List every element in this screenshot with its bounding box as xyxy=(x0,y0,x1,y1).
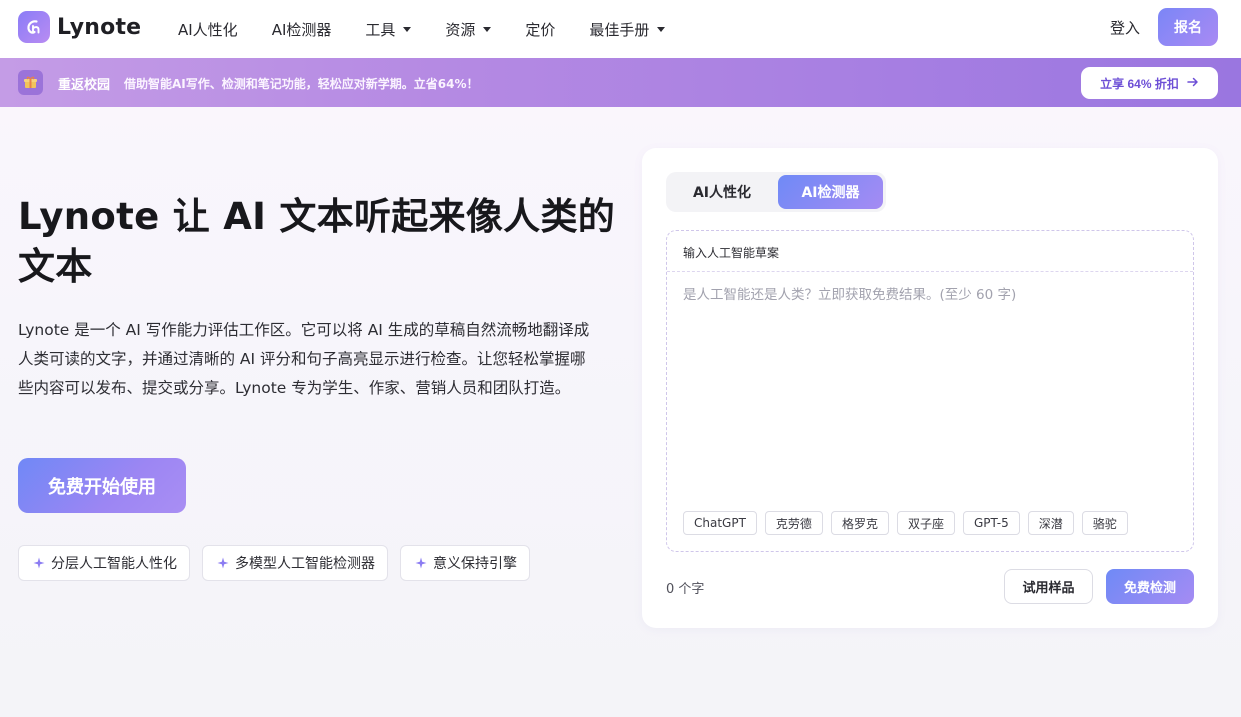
banner-text: 借助智能AI写作、检测和笔记功能，轻松应对新学期。立省64%！ xyxy=(124,77,479,91)
detector-card: AI人性化 AI检测器 输入人工智能草案 ChatGPT 克劳德 格罗克 双子座… xyxy=(642,148,1218,628)
draft-input[interactable] xyxy=(683,283,1178,503)
discount-cta-button[interactable]: 立享 64% 折扣 xyxy=(1081,67,1218,99)
sparkle-icon xyxy=(33,557,45,569)
nav-item-label: 最佳手册 xyxy=(589,20,650,39)
main-menu: AI人性化 AI检测器 工具 资源 定价 最佳手册 xyxy=(178,0,699,58)
model-chips: ChatGPT 克劳德 格罗克 双子座 GPT-5 深潜 骆驼 xyxy=(683,511,1136,535)
model-chip-gemini[interactable]: 双子座 xyxy=(896,511,955,535)
model-chip-deepseek[interactable]: 深潜 xyxy=(1027,511,1074,535)
model-chip-claude[interactable]: 克劳德 xyxy=(764,511,823,535)
sparkle-icon xyxy=(217,557,229,569)
chevron-down-icon xyxy=(657,26,666,32)
login-link[interactable]: 登入 xyxy=(1110,17,1140,38)
nav-item-tools[interactable]: 工具 xyxy=(365,19,412,40)
nav-item-label: 资源 xyxy=(445,20,476,39)
tab-ai-humanizer[interactable]: AI人性化 xyxy=(672,175,772,209)
gift-icon xyxy=(18,70,43,95)
start-free-button[interactable]: 免费开始使用 xyxy=(18,458,186,513)
discount-cta-label: 立享 64% 折扣 xyxy=(1100,76,1179,91)
model-chip-gpt5[interactable]: GPT-5 xyxy=(962,511,1020,535)
nav-item-pricing[interactable]: 定价 xyxy=(525,19,555,40)
feature-tag: 多模型人工智能检测器 xyxy=(202,545,388,581)
chevron-down-icon xyxy=(483,26,492,32)
word-count: 0 个字 xyxy=(666,582,705,597)
signup-button[interactable]: 报名 xyxy=(1158,8,1218,46)
chevron-down-icon xyxy=(403,26,412,32)
promo-banner: 重返校园 借助智能AI写作、检测和笔记功能，轻松应对新学期。立省64%！ 立享 … xyxy=(0,58,1241,107)
nav-item-ai-humanizer[interactable]: AI人性化 xyxy=(178,19,238,40)
model-chip-grok[interactable]: 格罗克 xyxy=(830,511,889,535)
feature-tag: 分层人工智能人性化 xyxy=(18,545,190,581)
draft-editor: 输入人工智能草案 ChatGPT 克劳德 格罗克 双子座 GPT-5 深潜 骆驼 xyxy=(666,230,1194,552)
model-chip-chatgpt[interactable]: ChatGPT xyxy=(683,511,757,535)
editor-label: 输入人工智能草案 xyxy=(683,246,780,260)
nav-item-label: 工具 xyxy=(365,20,396,39)
arrow-right-icon xyxy=(1187,76,1199,90)
feature-tag: 意义保持引擎 xyxy=(400,545,530,581)
nav-item-label: AI检测器 xyxy=(271,20,332,39)
tab-ai-detector[interactable]: AI检测器 xyxy=(778,175,883,209)
free-detect-button[interactable]: 免费检测 xyxy=(1106,569,1194,604)
feature-tag-label: 多模型人工智能检测器 xyxy=(235,556,375,572)
logo-text: Lynote xyxy=(57,14,142,40)
feature-tag-label: 分层人工智能人性化 xyxy=(51,556,177,572)
nav-item-best-guides[interactable]: 最佳手册 xyxy=(589,19,666,40)
hero-title: Lynote 让 AI 文本听起来像人类的文本 xyxy=(18,195,616,288)
logo-mark-icon xyxy=(18,11,50,43)
banner-title: 重返校园 xyxy=(58,78,111,93)
feature-tags: 分层人工智能人性化 多模型人工智能检测器 意义保持引擎 xyxy=(18,545,542,581)
try-sample-button[interactable]: 试用样品 xyxy=(1004,569,1093,604)
feature-tag-label: 意义保持引擎 xyxy=(433,556,517,572)
nav-item-label: 定价 xyxy=(525,20,556,39)
mode-tabs: AI人性化 AI检测器 xyxy=(666,172,886,212)
logo[interactable]: Lynote xyxy=(18,11,141,43)
model-chip-llama[interactable]: 骆驼 xyxy=(1081,511,1128,535)
top-nav: Lynote AI人性化 AI检测器 工具 资源 定价 最佳手册 登入 报名 xyxy=(0,0,1241,58)
editor-header: 输入人工智能草案 xyxy=(667,231,1193,272)
nav-item-ai-detector[interactable]: AI检测器 xyxy=(272,19,332,40)
hero-description: Lynote 是一个 AI 写作能力评估工作区。它可以将 AI 生成的草稿自然流… xyxy=(18,321,590,397)
nav-item-resources[interactable]: 资源 xyxy=(445,19,492,40)
sparkle-icon xyxy=(415,557,427,569)
nav-item-label: AI人性化 xyxy=(178,20,238,39)
